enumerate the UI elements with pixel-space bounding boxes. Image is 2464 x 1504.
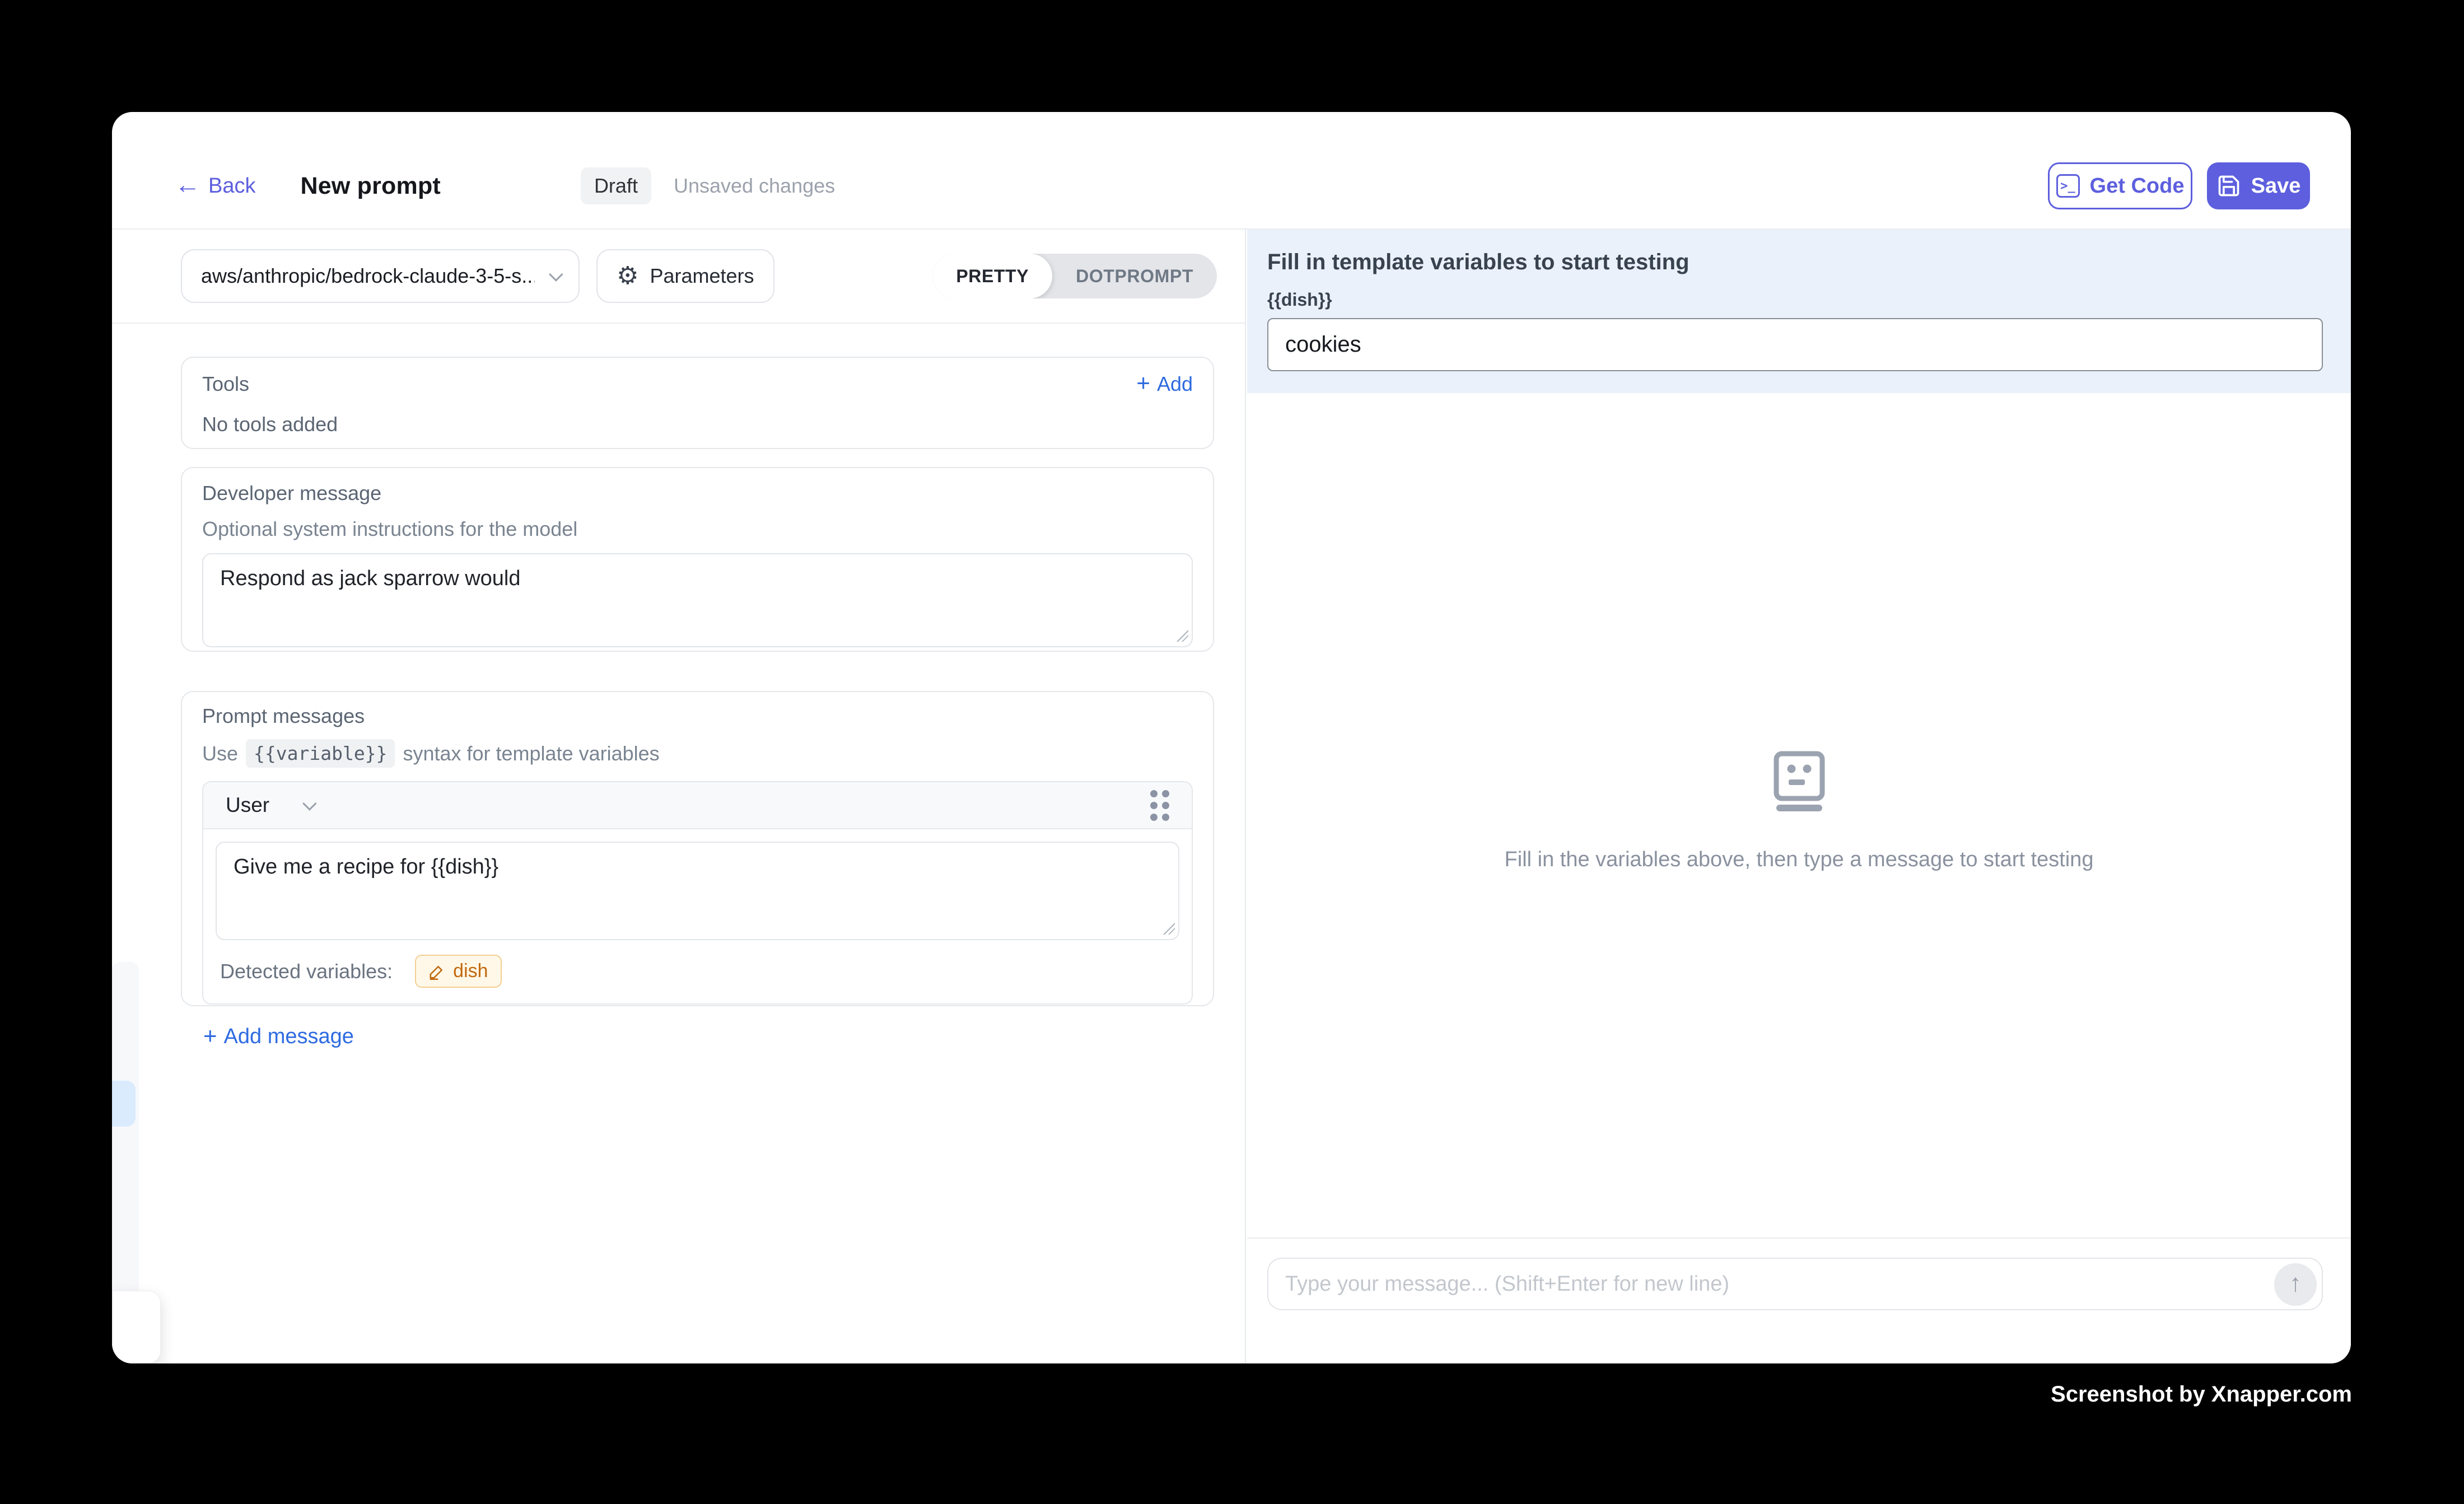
format-toggle: PRETTY DOTPROMPT xyxy=(932,254,1217,298)
prompt-messages-title: Prompt messages xyxy=(202,704,1193,728)
tools-title: Tools xyxy=(202,372,249,396)
status-badge: Draft xyxy=(581,167,651,204)
chat-message-input[interactable] xyxy=(1285,1272,2260,1296)
syntax-hint: Use {{variable}} syntax for template var… xyxy=(202,739,1193,768)
send-arrow-icon: ↑ xyxy=(2289,1269,2302,1297)
back-arrow-icon: ← xyxy=(175,171,200,197)
gear-icon: ⚙ xyxy=(617,264,638,288)
syntax-variable-chip: {{variable}} xyxy=(246,739,395,768)
back-button[interactable]: ← Back xyxy=(175,173,255,199)
watermark-text: Screenshot by Xnapper.com xyxy=(2051,1382,2352,1407)
save-label: Save xyxy=(2251,174,2301,198)
page-background: ← Back New prompt Draft Unsaved changes … xyxy=(0,0,2464,1504)
message-block: User Give me a recipe for {{dish}} xyxy=(202,781,1193,1005)
format-toggle-dotprompt[interactable]: DOTPROMPT xyxy=(1052,254,1217,298)
developer-message-title: Developer message xyxy=(202,482,1193,505)
back-label: Back xyxy=(208,174,255,198)
variable-value-input[interactable] xyxy=(1267,318,2323,371)
unsaved-changes-text: Unsaved changes xyxy=(674,174,835,198)
header-actions: >_ Get Code Save xyxy=(2048,162,2310,209)
app-window: ← Back New prompt Draft Unsaved changes … xyxy=(112,112,2351,1363)
variable-name-label: {{dish}} xyxy=(1267,289,2323,310)
add-tool-label: Add xyxy=(1157,372,1193,396)
message-body: Give me a recipe for {{dish}} Detected v… xyxy=(203,829,1192,1003)
chevron-down-icon xyxy=(549,267,563,281)
plus-icon: + xyxy=(203,1024,217,1048)
chat-input-container: ↑ xyxy=(1267,1258,2323,1310)
chevron-down-icon xyxy=(302,796,316,810)
editor-toolbar: aws/anthropic/bedrock-claude-3-5-s... ⚙ … xyxy=(112,230,1245,324)
developer-message-subtitle: Optional system instructions for the mod… xyxy=(202,517,1193,541)
model-selector-value: aws/anthropic/bedrock-claude-3-5-s... xyxy=(201,264,535,288)
edit-pencil-icon xyxy=(428,963,445,980)
model-selector[interactable]: aws/anthropic/bedrock-claude-3-5-s... xyxy=(181,249,580,303)
tools-empty-text: No tools added xyxy=(202,413,1193,436)
add-message-label: Add message xyxy=(224,1025,354,1049)
send-button[interactable]: ↑ xyxy=(2274,1263,2317,1306)
save-icon xyxy=(2216,174,2241,198)
parameters-button[interactable]: ⚙ Parameters xyxy=(596,249,774,303)
syntax-hint-suffix: syntax for template variables xyxy=(403,742,659,765)
get-code-label: Get Code xyxy=(2090,174,2185,198)
parameters-label: Parameters xyxy=(650,264,754,288)
message-content-textarea[interactable]: Give me a recipe for {{dish}} xyxy=(216,842,1179,940)
app-header: ← Back New prompt Draft Unsaved changes … xyxy=(112,112,2351,230)
detected-variables-label: Detected variables: xyxy=(220,960,393,983)
variable-chip-label: dish xyxy=(453,960,488,982)
code-terminal-icon: >_ xyxy=(2056,174,2080,198)
role-value: User xyxy=(226,793,269,817)
save-button[interactable]: Save xyxy=(2207,162,2310,209)
get-code-button[interactable]: >_ Get Code xyxy=(2048,162,2192,209)
chat-empty-state: Fill in the variables above, then type a… xyxy=(1247,750,2351,872)
developer-message-card: Developer message Optional system instru… xyxy=(181,467,1214,652)
prompt-messages-card: Prompt messages Use {{variable}} syntax … xyxy=(181,691,1214,1006)
add-message-button[interactable]: + Add message xyxy=(203,1025,354,1049)
developer-message-textarea[interactable]: Respond as jack sparrow would xyxy=(202,553,1193,647)
template-variables-title: Fill in template variables to start test… xyxy=(1267,250,2323,275)
background-sidebar-card xyxy=(112,1291,161,1363)
format-toggle-pretty[interactable]: PRETTY xyxy=(932,254,1052,298)
variable-chip-dish[interactable]: dish xyxy=(415,955,501,988)
role-selector[interactable]: User xyxy=(226,793,313,817)
plus-icon: + xyxy=(1136,371,1150,395)
detected-variables-row: Detected variables: dish xyxy=(220,955,1175,988)
template-variables-section: Fill in template variables to start test… xyxy=(1247,230,2351,393)
message-header: User xyxy=(203,782,1192,829)
tools-card: Tools + Add No tools added xyxy=(181,357,1214,449)
page-title: New prompt xyxy=(300,172,440,200)
drag-handle-icon[interactable] xyxy=(1150,790,1169,821)
chat-input-bar: ↑ xyxy=(1247,1237,2351,1363)
test-panel: Fill in template variables to start test… xyxy=(1247,230,2351,1363)
background-sidebar-highlight xyxy=(112,1081,136,1127)
prompt-editor-panel: aws/anthropic/bedrock-claude-3-5-s... ⚙ … xyxy=(112,230,1246,1363)
empty-state-caption: Fill in the variables above, then type a… xyxy=(1505,848,2094,872)
add-tool-button[interactable]: + Add xyxy=(1136,372,1193,396)
syntax-hint-prefix: Use xyxy=(202,742,238,765)
background-sidebar-strip xyxy=(112,962,139,1291)
robot-icon xyxy=(1773,750,1826,812)
